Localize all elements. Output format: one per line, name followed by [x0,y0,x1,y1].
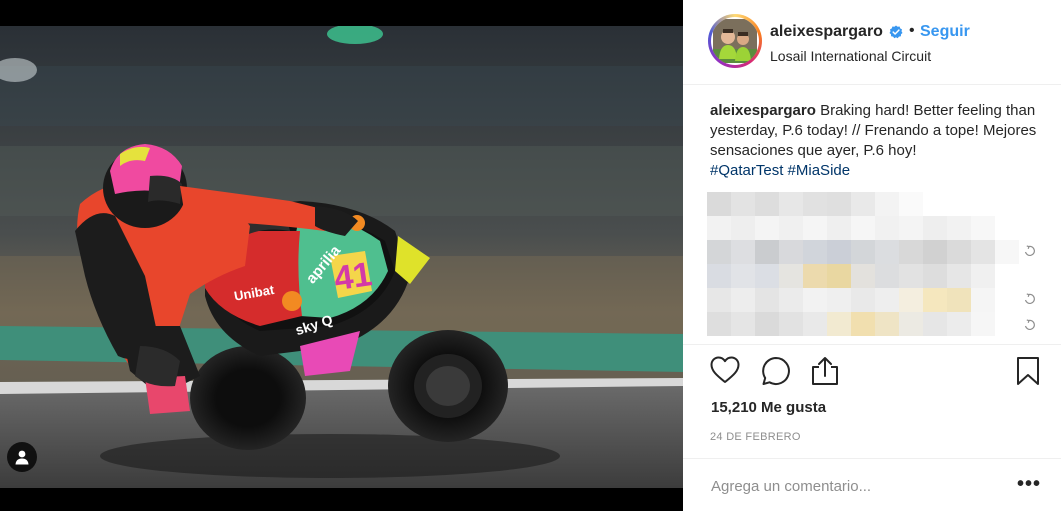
post-username[interactable]: aleixespargaro [770,23,883,41]
reply-icon[interactable] [1024,245,1036,257]
post-photo-panel: 41 Unibat aprilia sky Q [0,0,683,511]
avatar-image [713,19,757,63]
like-count[interactable]: 15,210 Me gusta [711,399,826,416]
bookmark-icon[interactable] [1016,356,1040,386]
comment-bar: ••• [683,458,1061,512]
more-options-button[interactable]: ••• [1017,473,1041,496]
separator-dot: • [909,22,915,39]
hashtag-link[interactable]: #QatarTest [710,162,783,179]
verified-badge-icon [889,25,903,39]
post-caption: aleixespargaro Braking hard! Better feel… [710,101,1050,181]
caption-username[interactable]: aleixespargaro [710,102,816,119]
avatar-story-ring[interactable] [708,14,762,68]
user-tags-button[interactable] [7,442,37,472]
heart-icon[interactable] [710,356,740,384]
post-date: 24 DE FEBRERO [710,431,801,443]
comment-bubble-icon[interactable] [761,356,791,386]
reply-icon[interactable] [1024,319,1036,331]
post-side-panel: aleixespargaro • Seguir Losail Internati… [683,0,1061,511]
post-location[interactable]: Losail International Circuit [770,48,931,64]
hashtag-link[interactable]: #MiaSide [788,162,851,179]
blurred-comments [707,192,1019,344]
follow-button[interactable]: Seguir [920,23,970,41]
svg-text:41: 41 [332,255,375,298]
reply-icon[interactable] [1024,293,1036,305]
motorcycle-racing-photo: 41 Unibat aprilia sky Q [0,26,683,488]
post-header: aleixespargaro • Seguir Losail Internati… [683,0,1061,85]
avatar [711,17,759,65]
comment-input[interactable] [711,475,1001,497]
share-icon[interactable] [811,356,839,386]
post-photo[interactable]: 41 Unibat aprilia sky Q [0,26,683,488]
user-tag-icon [15,450,29,465]
post-actions [683,344,1061,395]
